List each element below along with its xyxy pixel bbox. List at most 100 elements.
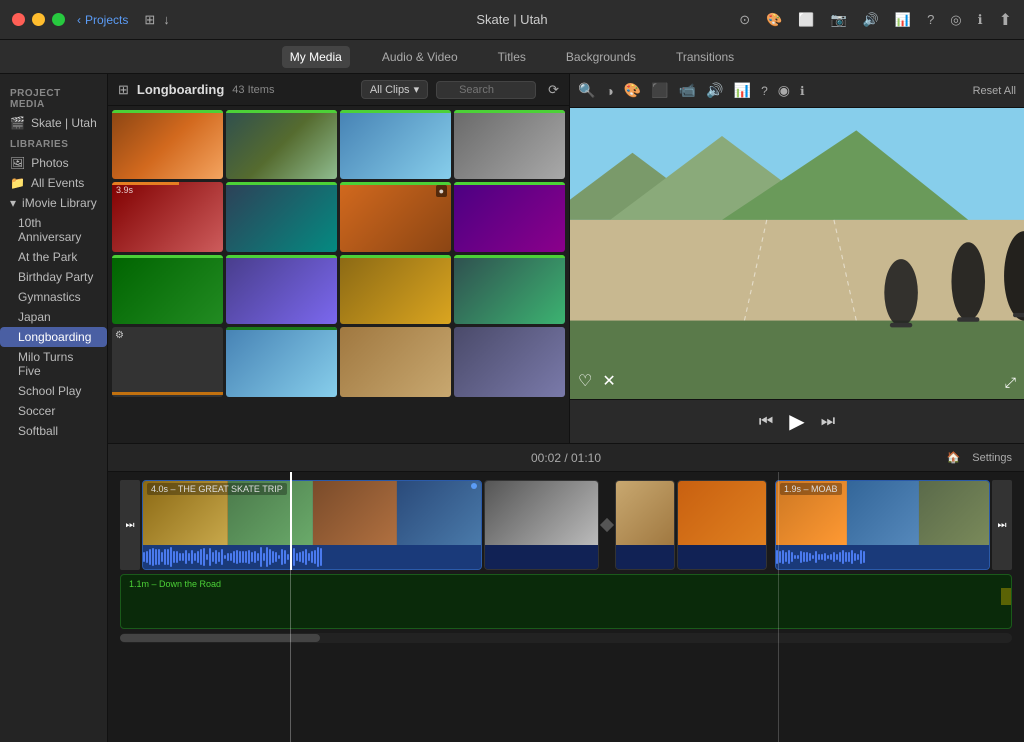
media-thumb-10[interactable] (226, 255, 337, 324)
sidebar-item-milo[interactable]: Milo Turns Five (0, 347, 107, 381)
sidebar-item-softball[interactable]: Softball (0, 421, 107, 441)
media-thumb-5[interactable]: 3.9s (112, 182, 223, 251)
audio-tool-icon[interactable]: 🔊 (706, 82, 723, 99)
media-thumb-9[interactable] (112, 255, 223, 324)
clip-orange[interactable] (677, 480, 767, 570)
volume-icon[interactable]: 🔊 (863, 12, 879, 28)
sidebar-item-all-events[interactable]: 📁 All Events (0, 173, 107, 193)
projects-button[interactable]: ‹ Projects (77, 13, 128, 27)
crop-icon[interactable]: ⬜ (798, 12, 814, 28)
preview-panel: 🔍 ◑ 🎨 ⬛ 📹 🔊 📊 ? ◉ ℹ Reset All (570, 74, 1024, 443)
close-button[interactable] (12, 13, 25, 26)
crop-tool-icon[interactable]: ⬛ (651, 82, 668, 99)
media-thumb-8[interactable] (454, 182, 565, 251)
clip-thumb-orange (678, 481, 766, 545)
titlebar: ‹ Projects ⊞ ↓ Skate | Utah ⊙ 🎨 ⬜ 📷 🔊 📊 … (0, 0, 1024, 40)
sidebar-item-park[interactable]: At the Park (0, 247, 107, 267)
moab-segment-3 (919, 481, 989, 545)
longboarding-label: Longboarding (18, 330, 91, 344)
play-button[interactable]: ▶ (789, 409, 804, 434)
color-icon[interactable]: 🎨 (766, 12, 782, 28)
main-layout: PROJECT MEDIA 🎬 Skate | Utah LIBRARIES 🖼… (0, 74, 1024, 742)
moab-wave (776, 545, 989, 569)
magnify-icon[interactable]: 🔍 (578, 82, 595, 99)
skip-left-icon: ⏭ (126, 520, 135, 531)
clip-great-skate[interactable]: 4.0s – THE GREAT SKATE TRIP // Generat (142, 480, 482, 570)
info-detail-icon[interactable]: ℹ (800, 84, 805, 98)
help-icon[interactable]: ? (927, 12, 934, 27)
skip-forward-button[interactable]: ⏭ (821, 413, 835, 431)
reset-all-button[interactable]: Reset All (973, 85, 1016, 97)
media-thumb-4[interactable] (454, 110, 565, 179)
chart-icon[interactable]: 📊 (895, 12, 911, 28)
media-thumb-6[interactable] (226, 182, 337, 251)
fullscreen-icon[interactable]: ⤢ (1005, 374, 1016, 391)
import-icon[interactable]: ↓ (163, 12, 170, 27)
tab-titles[interactable]: Titles (490, 46, 534, 68)
timeline-scrollbar[interactable] (120, 633, 1012, 643)
media-thumb-13[interactable]: ⚙ (112, 327, 223, 396)
share-icon[interactable]: ⬆ (999, 10, 1012, 30)
filter-button[interactable]: All Clips ▾ (361, 80, 428, 99)
tab-my-media[interactable]: My Media (282, 46, 350, 68)
media-thumb-16[interactable] (454, 327, 565, 396)
sidebar-item-longboarding[interactable]: Longboarding (0, 327, 107, 347)
noise-icon[interactable]: ◎ (950, 12, 961, 28)
photos-label: Photos (31, 156, 68, 170)
sidebar-item-soccer[interactable]: Soccer (0, 401, 107, 421)
sidebar-item-imovie-library[interactable]: ▾ iMovie Library (0, 193, 107, 213)
info-icon[interactable]: ℹ (978, 12, 983, 28)
graph-icon[interactable]: 📊 (734, 82, 751, 99)
media-thumb-2[interactable] (226, 110, 337, 179)
noise-reduction-icon[interactable]: ◉ (778, 82, 790, 99)
sidebar-item-photos[interactable]: 🖼 Photos (0, 153, 107, 173)
sidebar-item-10th[interactable]: 10th Anniversary (0, 213, 107, 247)
clip-title-moab: 1.9s – MOAB (780, 483, 842, 495)
media-thumb-7[interactable]: ● (340, 182, 451, 251)
color-filter-icon[interactable]: 🎨 (624, 82, 641, 99)
layout-icon[interactable]: ⊞ (144, 12, 155, 28)
minimize-button[interactable] (32, 13, 45, 26)
maximize-button[interactable] (52, 13, 65, 26)
favorite-icon[interactable]: ♡ (578, 371, 592, 391)
media-thumb-14[interactable] (226, 327, 337, 396)
preview-video: ⤢ ♡ ✕ (570, 108, 1024, 399)
clip-moab[interactable]: 1.9s – MOAB (775, 480, 990, 570)
question-icon[interactable]: ? (761, 84, 768, 98)
refresh-icon[interactable]: ⟳ (548, 82, 559, 98)
media-thumb-3[interactable] (340, 110, 451, 179)
search-input[interactable] (436, 81, 536, 99)
skip-back-button[interactable]: ⏮ (759, 413, 773, 431)
color-balance-icon[interactable]: ◑ (605, 83, 613, 99)
media-thumb-1[interactable] (112, 110, 223, 179)
audio-waveform: let p = 'M0,22'; for(let i=1;i<950;i+=3)… (121, 583, 1012, 628)
grid-view-icon[interactable]: ⊞ (118, 82, 129, 98)
sidebar-item-project[interactable]: 🎬 Skate | Utah (0, 113, 107, 133)
skip-left-button[interactable]: ⏭ (120, 480, 140, 570)
sidebar-item-gymnastics[interactable]: Gymnastics (0, 287, 107, 307)
sidebar-item-japan[interactable]: Japan (0, 307, 107, 327)
clip-face[interactable] (615, 480, 675, 570)
clip-road[interactable] (484, 480, 599, 570)
tab-audio-video[interactable]: Audio & Video (374, 46, 466, 68)
settings-button[interactable]: Settings (972, 452, 1012, 464)
tab-backgrounds[interactable]: Backgrounds (558, 46, 644, 68)
all-events-label: All Events (31, 176, 84, 190)
video-tool-icon[interactable]: 📹 (679, 82, 696, 99)
project-item-label: Skate | Utah (31, 116, 97, 130)
sidebar-item-birthday[interactable]: Birthday Party (0, 267, 107, 287)
skip-right-button[interactable]: ⏭ (992, 480, 1012, 570)
reject-icon[interactable]: ✕ (602, 371, 615, 391)
tab-transitions[interactable]: Transitions (668, 46, 742, 68)
media-thumb-12[interactable] (454, 255, 565, 324)
moab-wave-bars (776, 545, 989, 569)
clip-title-great-skate: 4.0s – THE GREAT SKATE TRIP (147, 483, 287, 495)
camera-icon[interactable]: 📷 (831, 12, 847, 28)
enhance-icon[interactable]: ⊙ (739, 12, 750, 28)
media-thumb-11[interactable] (340, 255, 451, 324)
toolbar-right: ⊙ 🎨 ⬜ 📷 🔊 📊 ? ◎ ℹ ⬆ (739, 10, 1012, 30)
video-scene (570, 108, 1024, 399)
clip-wave-face (616, 545, 674, 569)
media-thumb-15[interactable] (340, 327, 451, 396)
sidebar-item-school[interactable]: School Play (0, 381, 107, 401)
